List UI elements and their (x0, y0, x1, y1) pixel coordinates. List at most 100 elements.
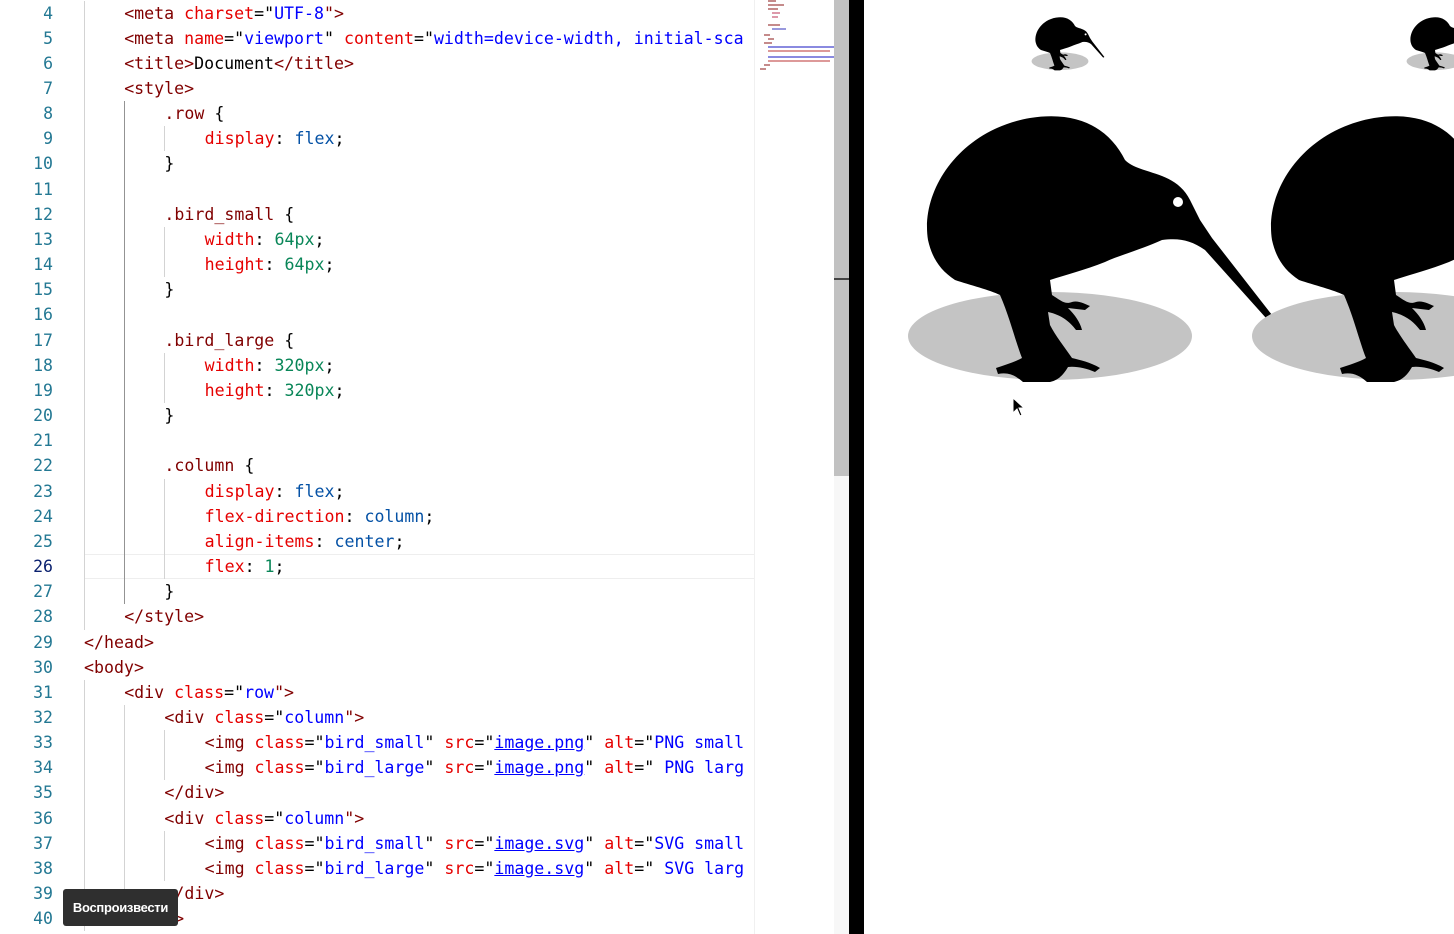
code-line[interactable]: flex-direction: column; (205, 504, 435, 529)
line-number: 17 (33, 330, 53, 350)
line-number: 39 (33, 884, 53, 904)
code-token: class (254, 833, 305, 853)
code-line[interactable]: width: 64px; (205, 227, 325, 252)
code-line[interactable]: align-items: center; (205, 529, 405, 554)
code-line[interactable]: <img class="bird_large" src="image.svg" … (205, 856, 745, 881)
code-token: =" (634, 858, 655, 878)
code-token: =" (264, 808, 285, 828)
code-token: width (204, 229, 255, 249)
code-token: =" (264, 707, 285, 727)
code-token: =" (254, 3, 275, 23)
line-number: 22 (33, 456, 53, 476)
code-token: alt (604, 833, 635, 853)
code-line[interactable]: <meta charset="UTF-8"> (124, 1, 344, 26)
code-line[interactable]: <img class="bird_small" src="image.svg" … (205, 831, 745, 856)
code-line[interactable]: width: 320px; (205, 353, 335, 378)
code-editor[interactable]: 4 5 6 7 8 9 10 11 12 13 14 15 16 17 18 19 20 21 22 23 24 25 26… (0, 0, 754, 934)
code-token: PNG larg (654, 758, 745, 778)
code-token: flex-direction (204, 506, 345, 526)
line-number: 9 (43, 129, 53, 149)
code-token: "> (344, 707, 365, 727)
code-line[interactable]: <title>Document</title> (124, 51, 354, 76)
code-token: : (314, 531, 335, 551)
code-token: " (584, 833, 605, 853)
code-line[interactable]: <img class="bird_large" src="image.png" … (205, 755, 745, 780)
code-token: src (444, 833, 475, 853)
code-line[interactable]: <img class="bird_small" src="image.png" … (205, 730, 745, 755)
code-token: bird_small (324, 833, 425, 853)
line-number: 27 (33, 582, 53, 602)
code-line[interactable]: <div class="row"> (124, 680, 294, 705)
code-line[interactable]: <div class="column"> (164, 705, 364, 730)
code-line[interactable]: </head> (84, 630, 154, 655)
code-token: .bird_small (164, 204, 275, 224)
file-link[interactable]: image.png (494, 758, 584, 777)
vertical-scrollbar-thumb[interactable] (834, 0, 849, 476)
code-token: bird_large (324, 858, 425, 878)
code-line[interactable]: .column { (164, 453, 254, 478)
code-token: <img (204, 733, 255, 753)
code-token: <title> (124, 53, 195, 73)
scrollbar-cursor-marker (834, 278, 849, 280)
code-token: display (204, 129, 275, 149)
line-number: 10 (33, 154, 53, 174)
code-token: <img (204, 758, 255, 778)
line-number: 25 (33, 531, 53, 551)
code-token: =" (413, 28, 434, 48)
code-line[interactable]: height: 64px; (205, 252, 335, 277)
kiwi-bird-large-svg (1252, 116, 1454, 382)
indent-guide (164, 226, 166, 278)
code-line[interactable]: .row { (164, 101, 224, 126)
code-token: " (324, 28, 345, 48)
code-token: </style> (124, 607, 205, 627)
code-token: { (274, 330, 295, 350)
line-number: 34 (33, 758, 53, 778)
code-line[interactable]: </style> (124, 604, 204, 629)
indent-guide (164, 830, 166, 882)
code-token: class (214, 808, 265, 828)
code-line[interactable]: height: 320px; (205, 378, 345, 403)
code-token: alt (604, 758, 635, 778)
code-token: } (164, 280, 175, 300)
indent-guide (84, 0, 85, 630)
code-token: ; (324, 255, 335, 275)
code-line[interactable]: <meta name="viewport" content="width=dev… (124, 26, 743, 51)
code-line[interactable]: .bird_small { (164, 202, 294, 227)
code-token: "> (324, 3, 344, 23)
code-line[interactable]: <body> (84, 655, 144, 680)
code-token: alt (604, 733, 635, 753)
code-token: UTF-8 (274, 3, 325, 23)
line-number: 21 (33, 431, 53, 451)
code-line[interactable]: } (164, 277, 174, 302)
code-line[interactable]: <div class="column"> (164, 806, 364, 831)
current-line-highlight (84, 554, 754, 579)
browser-preview-pane (864, 0, 1454, 934)
minimap[interactable] (754, 0, 834, 934)
code-token: ; (394, 531, 405, 551)
code-line[interactable]: flex: 1; (205, 554, 285, 579)
code-token: =" (224, 682, 245, 702)
code-token: class (174, 682, 225, 702)
line-number: 26 (33, 557, 53, 577)
code-token: center (334, 531, 395, 551)
mouse-pointer-icon (1012, 397, 1026, 417)
code-line[interactable]: display: flex; (205, 126, 345, 151)
file-link[interactable]: image.svg (494, 834, 584, 853)
code-token: " (584, 758, 605, 778)
code-line[interactable]: } (164, 403, 174, 428)
indent-guide (164, 352, 166, 404)
file-link[interactable]: image.svg (494, 859, 584, 878)
code-line[interactable]: </div> (164, 780, 224, 805)
line-number: 5 (43, 28, 53, 48)
code-token: column (364, 506, 425, 526)
split-pane-divider[interactable] (849, 0, 864, 934)
indent-guide (164, 126, 166, 152)
code-line[interactable]: .bird_large { (164, 328, 294, 353)
code-token: } (164, 406, 175, 426)
code-line[interactable]: display: flex; (205, 479, 345, 504)
code-line[interactable]: } (164, 579, 174, 604)
code-line[interactable]: } (164, 151, 174, 176)
file-link[interactable]: image.png (494, 733, 584, 752)
code-line[interactable]: <style> (124, 76, 194, 101)
code-token: : (264, 255, 285, 275)
